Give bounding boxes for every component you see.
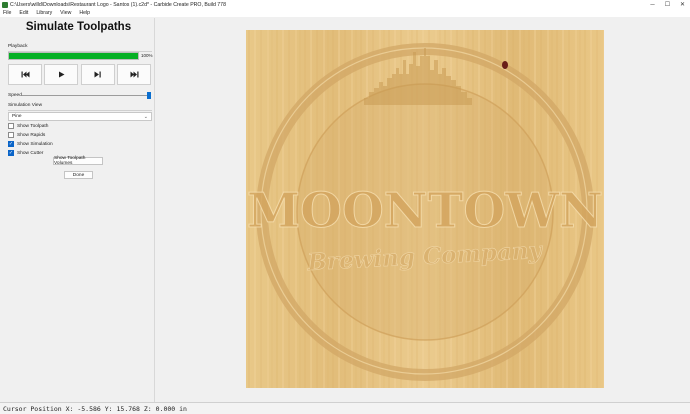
skip-to-end-icon [94, 71, 101, 78]
step-end-button[interactable] [81, 64, 115, 85]
show-rapids-option[interactable]: Show Rapids [8, 131, 45, 139]
menu-library[interactable]: Library [36, 10, 52, 16]
playback-label: Playback [8, 44, 28, 49]
window-title: C:\Users\willd\Downloads\Restaurant Logo… [10, 1, 226, 8]
done-button[interactable]: Done [64, 171, 93, 179]
menu-edit[interactable]: Edit [19, 10, 28, 16]
window-controls: ─ ☐ ✕ [645, 0, 690, 9]
speed-slider-thumb[interactable] [147, 92, 151, 99]
show-cutter-option[interactable]: ✓ Show Cutter [8, 149, 43, 157]
skip-to-start-icon [21, 71, 29, 78]
show-rapids-checkbox[interactable] [8, 132, 14, 138]
skip-forward-icon [130, 71, 138, 78]
maximize-button[interactable]: ☐ [660, 0, 675, 9]
menu-bar: File Edit Library View Help [0, 9, 690, 17]
wood-stock-preview: MOONTOWN Brewing Company [246, 30, 604, 388]
show-toolpath-checkbox[interactable] [8, 123, 14, 129]
title-bar: C:\Users\willd\Downloads\Restaurant Logo… [0, 0, 690, 9]
show-simulation-label: Show Simulation [17, 141, 53, 147]
playback-progress-bar [8, 52, 139, 60]
fast-forward-button[interactable] [117, 64, 151, 85]
show-toolpath-label: Show Toolpath [17, 123, 49, 129]
progress-percent: 100% [141, 53, 153, 58]
simulate-panel: Simulate Toolpaths Playback 100% Speed S… [2, 18, 155, 402]
menu-file[interactable]: File [3, 10, 11, 16]
divider [8, 110, 152, 111]
menu-view[interactable]: View [60, 10, 71, 16]
simulation-canvas[interactable]: MOONTOWN Brewing Company [156, 18, 690, 402]
play-button[interactable] [44, 64, 78, 85]
show-toolpath-volumes-button[interactable]: Show Toolpath Volumes [53, 156, 103, 166]
show-toolpath-option[interactable]: Show Toolpath [8, 122, 48, 130]
minimize-button[interactable]: ─ [645, 0, 660, 9]
play-icon [58, 71, 64, 78]
app-icon [2, 1, 8, 8]
rewind-button[interactable] [8, 64, 42, 85]
show-cutter-checkbox[interactable]: ✓ [8, 150, 14, 156]
close-button[interactable]: ✕ [675, 0, 690, 9]
simulation-view-select[interactable]: Pine ⌄ [8, 112, 152, 121]
simulation-view-label: Simulation View [8, 103, 43, 108]
chevron-down-icon: ⌄ [143, 114, 148, 120]
show-simulation-option[interactable]: ✓ Show Simulation [8, 140, 53, 148]
cutter-marker [502, 61, 508, 69]
show-simulation-checkbox[interactable]: ✓ [8, 141, 14, 147]
status-bar: Cursor Position X: -5.586 Y: 15.768 Z: 0… [0, 402, 690, 414]
menu-help[interactable]: Help [79, 10, 90, 16]
panel-title: Simulate Toolpaths [25, 21, 132, 33]
cursor-position: Cursor Position X: -5.586 Y: 15.768 Z: 0… [3, 404, 187, 413]
show-cutter-label: Show Cutter [17, 150, 44, 156]
simulation-view-value: Pine [12, 114, 22, 119]
logo-title: MOONTOWN [247, 183, 603, 239]
speed-slider-track[interactable] [22, 95, 148, 96]
show-rapids-label: Show Rapids [17, 132, 46, 138]
speed-label: Speed [8, 93, 22, 98]
progress-fill [9, 53, 138, 59]
app-window: C:\Users\willd\Downloads\Restaurant Logo… [0, 0, 690, 414]
